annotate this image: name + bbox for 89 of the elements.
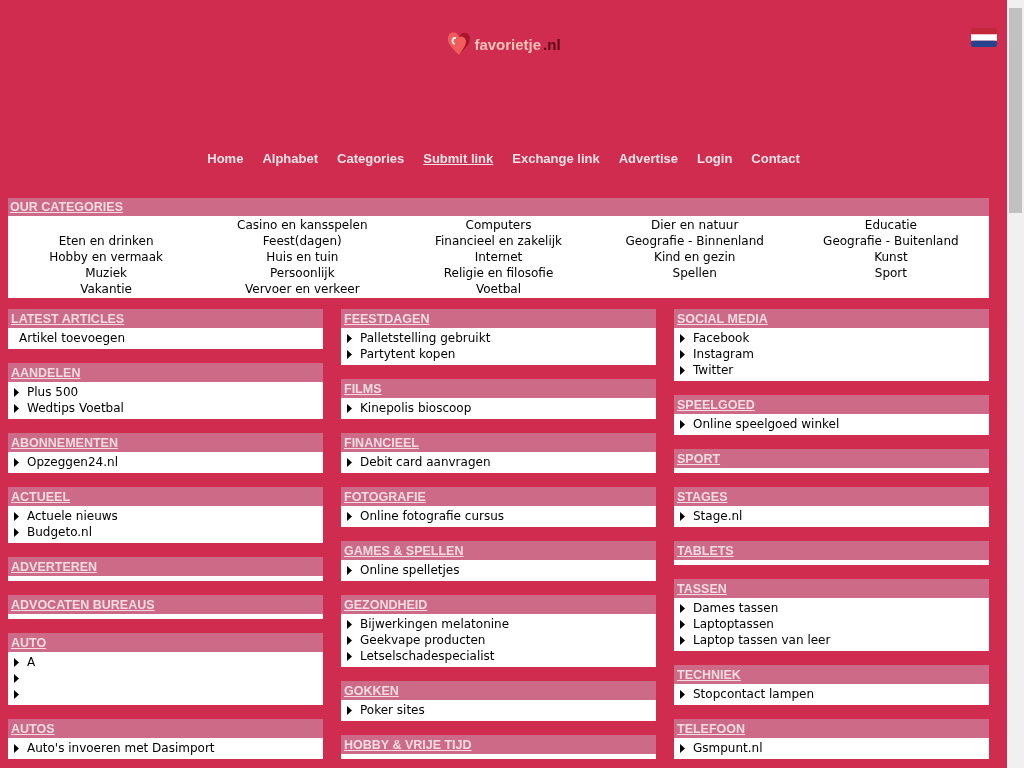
- bullet-icon: [680, 333, 685, 343]
- nav-link[interactable]: Exchange link: [512, 151, 600, 166]
- bullet-icon: [14, 457, 19, 467]
- bullet-icon: [680, 635, 685, 645]
- category-link[interactable]: Kunst: [792, 249, 989, 265]
- site-link[interactable]: Online spelletjes: [360, 562, 460, 578]
- bullet-icon: [680, 511, 685, 521]
- nav-link[interactable]: Contact: [751, 151, 800, 166]
- scrollbar[interactable]: [1007, 0, 1024, 768]
- site-link[interactable]: Letselschadespecialist: [360, 648, 495, 664]
- bullet-icon: [347, 619, 352, 629]
- site-link[interactable]: Partytent kopen: [360, 346, 456, 362]
- category-link[interactable]: Financieel en zakelijk: [400, 233, 597, 249]
- bullet-icon: [347, 403, 352, 413]
- category-link[interactable]: Geografie - Binnenland: [596, 233, 793, 249]
- site-link[interactable]: Laptop tassen van leer: [693, 632, 831, 648]
- category-link[interactable]: Computers: [400, 217, 597, 233]
- bullet-icon: [347, 565, 352, 575]
- bullet-icon: [680, 743, 685, 753]
- bullet-icon: [347, 511, 352, 521]
- scrollbar-thumb[interactable]: [1009, 8, 1022, 213]
- site-link[interactable]: Debit card aanvragen: [360, 454, 491, 470]
- site-link[interactable]: Plus 500: [27, 384, 79, 400]
- nav-link[interactable]: Advertise: [618, 151, 678, 166]
- nav-link[interactable]: Login: [696, 151, 733, 166]
- bullet-icon: [14, 743, 19, 753]
- site-link[interactable]: Facebook: [693, 330, 750, 346]
- bullet-icon: [14, 527, 19, 537]
- bullet-icon: [680, 619, 685, 629]
- bullet-icon: [14, 511, 19, 521]
- site-link[interactable]: Auto's invoeren met Dasimport: [27, 740, 215, 756]
- bullet-icon: [14, 657, 19, 667]
- bullet-icon: [347, 349, 352, 359]
- category-link[interactable]: Spellen: [596, 265, 793, 281]
- site-link[interactable]: Palletstelling gebruikt: [360, 330, 491, 346]
- heart-icon: [446, 31, 473, 57]
- bullet-icon: [680, 603, 685, 613]
- nav-link[interactable]: Alphabet: [262, 151, 318, 166]
- bullet-icon: [347, 635, 352, 645]
- category-link[interactable]: Vervoer en verkeer: [204, 281, 401, 297]
- nav-link[interactable]: Home: [207, 151, 244, 166]
- category-link[interactable]: Educatie: [792, 217, 989, 233]
- site-link[interactable]: Actuele nieuws: [27, 508, 118, 524]
- site-link[interactable]: Instagram: [693, 346, 755, 362]
- category-link[interactable]: Voetbal: [400, 281, 597, 297]
- category-link[interactable]: Dier en natuur: [596, 217, 793, 233]
- bullet-icon: [14, 387, 19, 397]
- article-link[interactable]: Artikel toevoegen: [8, 330, 323, 346]
- bullet-icon: [347, 705, 352, 715]
- category-link[interactable]: Religie en filosofie: [400, 265, 597, 281]
- bullet-icon: [680, 349, 685, 359]
- category-link[interactable]: Huis en tuin: [204, 249, 401, 265]
- nav-link[interactable]: Submit link: [423, 151, 494, 166]
- site-link[interactable]: Online speelgoed winkel: [693, 416, 840, 432]
- bullet-icon: [347, 333, 352, 343]
- category-link[interactable]: Sport: [792, 265, 989, 281]
- site-link[interactable]: Gsmpunt.nl: [693, 740, 763, 756]
- site-link[interactable]: Opzeggen24.nl: [27, 454, 118, 470]
- site-link[interactable]: Dames tassen: [693, 600, 779, 616]
- site-link[interactable]: Stopcontact lampen: [693, 686, 814, 702]
- category-link[interactable]: Casino en kansspelen: [204, 217, 401, 233]
- site-link[interactable]: Kinepolis bioscoop: [360, 400, 472, 416]
- bullet-icon: [680, 365, 685, 375]
- category-link[interactable]: Feest(dagen): [204, 233, 401, 249]
- site-link[interactable]: Poker sites: [360, 702, 425, 718]
- bullet-icon: [680, 419, 685, 429]
- site-link[interactable]: Twitter: [693, 362, 734, 378]
- category-link[interactable]: Hobby en vermaak: [8, 249, 205, 265]
- bullet-icon: [347, 651, 352, 661]
- category-link[interactable]: Persoonlijk: [204, 265, 401, 281]
- bullet-icon: [347, 457, 352, 467]
- category-link[interactable]: Internet: [400, 249, 597, 265]
- bullet-icon: [14, 403, 19, 413]
- site-link[interactable]: Geekvape producten: [360, 632, 486, 648]
- category-link[interactable]: Muziek: [8, 265, 205, 281]
- site-link[interactable]: Budgeto.nl: [27, 524, 93, 540]
- category-link[interactable]: Vakantie: [8, 281, 205, 297]
- site-link[interactable]: Stage.nl: [693, 508, 743, 524]
- category-link[interactable]: Eten en drinken: [8, 233, 205, 249]
- site-link[interactable]: Laptoptassen: [693, 616, 774, 632]
- nav-link[interactable]: Categories: [337, 151, 405, 166]
- bullet-icon: [680, 689, 685, 699]
- category-link[interactable]: Kind en gezin: [596, 249, 793, 265]
- site-link[interactable]: A: [27, 654, 36, 670]
- site-link[interactable]: Bijwerkingen melatonine: [360, 616, 510, 632]
- site-link[interactable]: Online fotografie cursus: [360, 508, 505, 524]
- category-link[interactable]: Geografie - Buitenland: [792, 233, 989, 249]
- site-link[interactable]: Wedtips Voetbal: [27, 400, 124, 416]
- dutch-flag-icon[interactable]: [971, 28, 997, 47]
